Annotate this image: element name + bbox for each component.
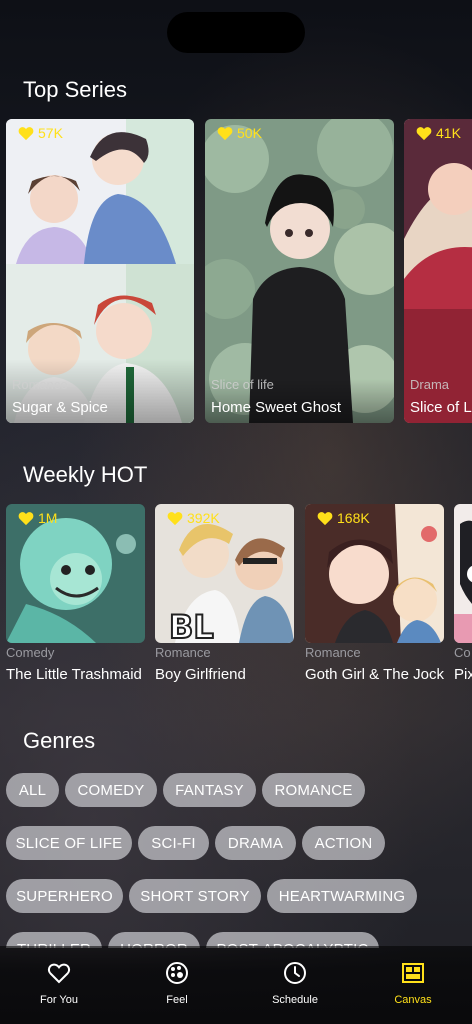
genre-chip-romance[interactable]: ROMANCE bbox=[262, 773, 365, 807]
likes-badge: 50K bbox=[217, 125, 262, 141]
weekly-title: Goth Girl & The Jock bbox=[305, 666, 444, 683]
likes-count: 392K bbox=[187, 510, 220, 526]
genre-chip-short-story[interactable]: SHORT STORY bbox=[129, 879, 261, 913]
likes-count: 1M bbox=[38, 510, 58, 526]
clock-icon bbox=[284, 962, 306, 984]
genre-chip-heartwarming[interactable]: HEARTWARMING bbox=[267, 879, 417, 913]
heart-filled-icon bbox=[416, 126, 432, 140]
card-title: Sugar & Spice bbox=[12, 399, 108, 416]
likes-badge: 57K bbox=[18, 125, 63, 141]
mood-palette-icon bbox=[166, 962, 188, 984]
likes-count: 57K bbox=[38, 125, 63, 141]
card-genre: Romance bbox=[12, 377, 68, 392]
likes-badge: 1M bbox=[18, 510, 57, 526]
weekly-cover: BL 392K bbox=[155, 504, 294, 643]
top-series-row[interactable]: 57K Romance Sugar & Spice 50K Slice of l… bbox=[0, 119, 472, 423]
genre-chip-sci-fi[interactable]: SCI-FI bbox=[138, 826, 209, 860]
tab-label: Feel bbox=[166, 994, 188, 1006]
genre-chip-drama[interactable]: DRAMA bbox=[215, 826, 296, 860]
genre-chip-fantasy[interactable]: FANTASY bbox=[163, 773, 256, 807]
weekly-title: Pix bbox=[454, 666, 472, 683]
card-genre: Drama bbox=[410, 377, 450, 392]
card-title: Home Sweet Ghost bbox=[211, 399, 342, 416]
svg-text:BL: BL bbox=[169, 608, 214, 643]
tab-for-you[interactable]: For You bbox=[0, 946, 118, 1024]
likes-badge: 41K bbox=[416, 125, 461, 141]
genres-heading: Genres bbox=[23, 728, 96, 753]
heart-filled-icon bbox=[217, 126, 233, 140]
heart-filled-icon bbox=[18, 511, 34, 525]
weekly-cover: 1M bbox=[6, 504, 145, 643]
weekly-card-goth-girl[interactable]: 168K Romance Goth Girl & The Jock bbox=[305, 504, 444, 704]
tab-label: Canvas bbox=[394, 994, 432, 1006]
likes-badge: 168K bbox=[317, 510, 370, 526]
weekly-cover: 168K bbox=[305, 504, 444, 643]
heart-filled-icon bbox=[317, 511, 333, 525]
likes-count: 41K bbox=[436, 125, 461, 141]
genre-chip-all[interactable]: ALL bbox=[6, 773, 59, 807]
genre-chip-superhero[interactable]: SUPERHERO bbox=[6, 879, 123, 913]
genre-chips: ALL COMEDY FANTASY ROMANCE SLICE OF LIFE… bbox=[6, 773, 472, 948]
weekly-card-boy-girlfriend[interactable]: BL 392K Romance Boy Girlfriend bbox=[155, 504, 294, 704]
bottom-tab-bar: For You Feel Schedule Canvas bbox=[0, 946, 472, 1024]
tab-schedule[interactable]: Schedule bbox=[236, 946, 354, 1024]
likes-count: 168K bbox=[337, 510, 370, 526]
series-card-home-sweet-ghost[interactable]: 50K Slice of life Home Sweet Ghost bbox=[205, 119, 394, 423]
weekly-card-little-trashmaid[interactable]: 1M Comedy The Little Trashmaid bbox=[6, 504, 145, 704]
weekly-hot-row[interactable]: 1M Comedy The Little Trashmaid BL 392K R… bbox=[0, 504, 472, 704]
genre-chip-slice-of-life[interactable]: SLICE OF LIFE bbox=[6, 826, 132, 860]
heart-filled-icon bbox=[18, 126, 34, 140]
canvas-icon bbox=[402, 963, 424, 983]
card-genre: Slice of life bbox=[211, 377, 274, 392]
heart-filled-icon bbox=[167, 511, 183, 525]
card-title: Slice of L bbox=[410, 399, 472, 416]
weekly-card-pix[interactable]: Co Pix bbox=[454, 504, 472, 704]
weekly-title: The Little Trashmaid bbox=[6, 666, 142, 683]
weekly-hot-heading: Weekly HOT bbox=[23, 462, 148, 487]
weekly-genre: Romance bbox=[155, 645, 211, 660]
weekly-genre: Romance bbox=[305, 645, 361, 660]
weekly-genre: Comedy bbox=[6, 645, 55, 660]
likes-badge: 392K bbox=[167, 510, 220, 526]
tab-feel[interactable]: Feel bbox=[118, 946, 236, 1024]
tab-label: For You bbox=[40, 994, 78, 1006]
tab-canvas[interactable]: Canvas bbox=[354, 946, 472, 1024]
weekly-cover bbox=[454, 504, 472, 643]
genre-chip-action[interactable]: ACTION bbox=[302, 826, 385, 860]
likes-count: 50K bbox=[237, 125, 262, 141]
cover-art bbox=[454, 504, 472, 643]
dynamic-island bbox=[167, 12, 305, 53]
series-card-slice-of-l[interactable]: 41K Drama Slice of L bbox=[404, 119, 472, 423]
weekly-title: Boy Girlfriend bbox=[155, 666, 246, 683]
series-card-sugar-spice[interactable]: 57K Romance Sugar & Spice bbox=[6, 119, 194, 423]
weekly-genre: Co bbox=[454, 645, 471, 660]
genre-chip-comedy[interactable]: COMEDY bbox=[65, 773, 157, 807]
heart-icon bbox=[47, 963, 71, 984]
tab-label: Schedule bbox=[272, 994, 318, 1006]
top-series-heading: Top Series bbox=[23, 77, 127, 102]
